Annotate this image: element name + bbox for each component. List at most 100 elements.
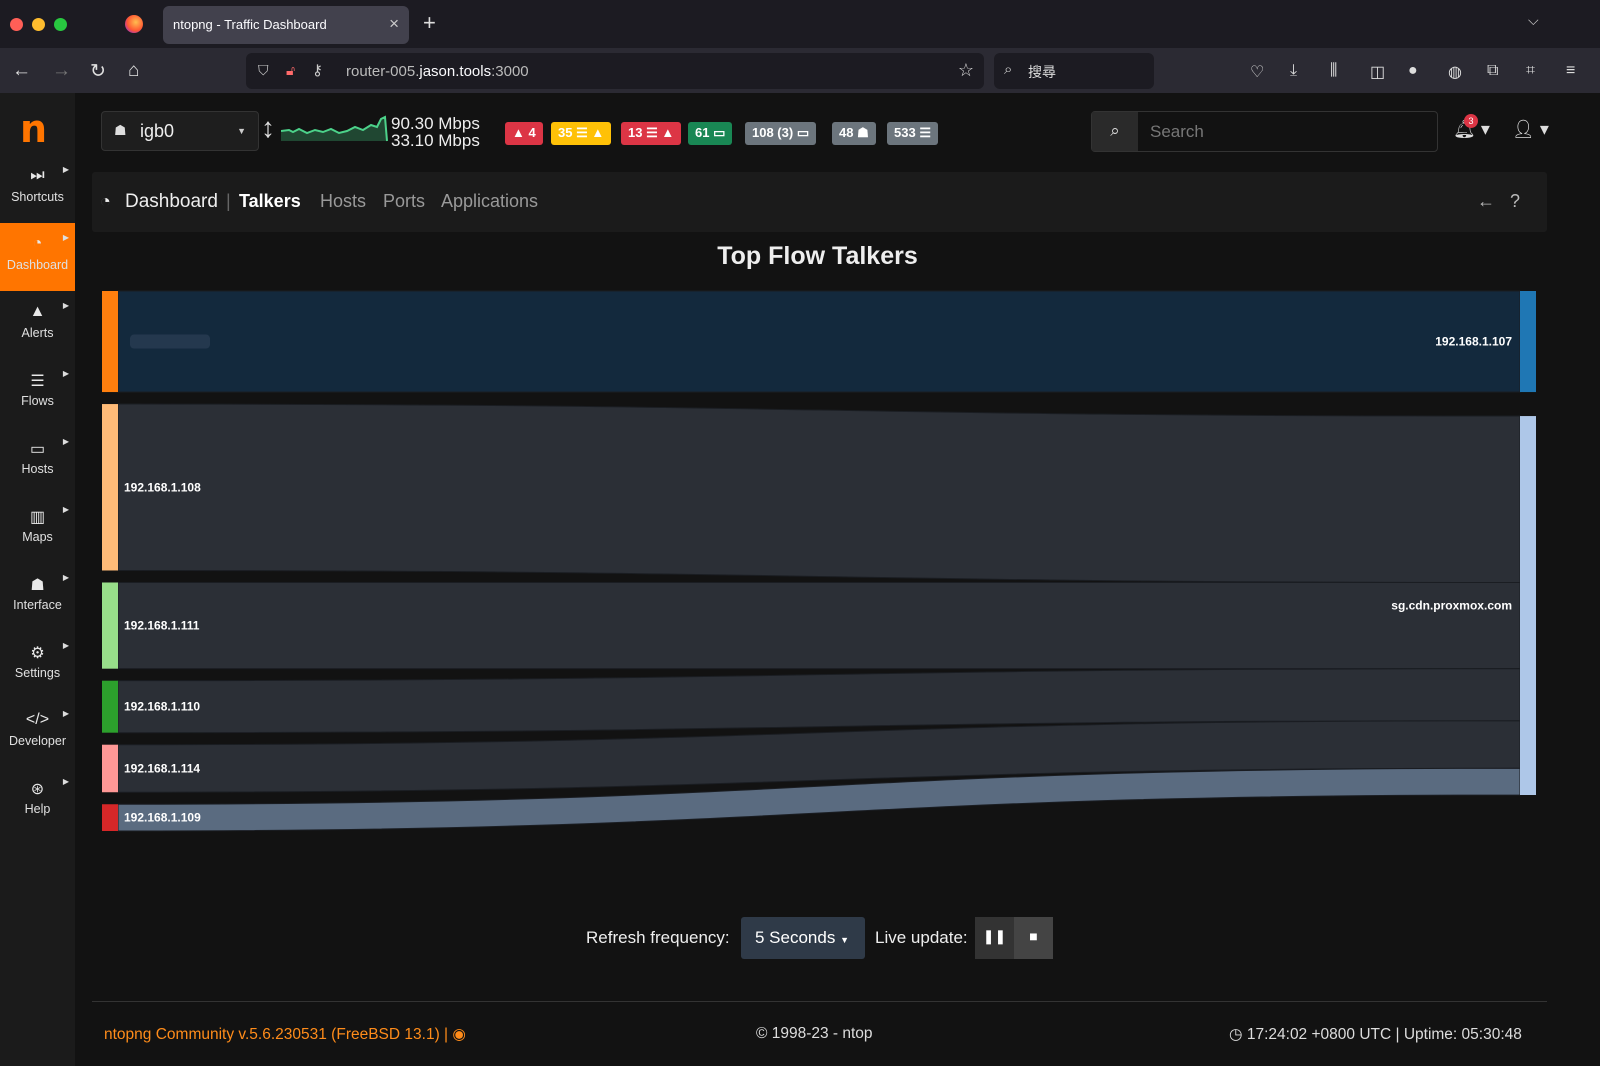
search-input[interactable] bbox=[1138, 112, 1437, 151]
interface-select[interactable]: ☗ igb0 ▼ bbox=[101, 111, 259, 151]
breadcrumb-separator: | bbox=[226, 191, 231, 211]
badge-count: 35 bbox=[558, 125, 573, 140]
sankey-source-node[interactable] bbox=[102, 744, 118, 793]
footer-version[interactable]: ntopng Community v.5.6.230531 (FreeBSD 1… bbox=[104, 1025, 466, 1044]
lock-icon[interactable]: 🔓︎ bbox=[286, 62, 295, 79]
close-window-button[interactable] bbox=[10, 18, 23, 31]
reload-icon[interactable]: ↻ bbox=[90, 60, 106, 83]
sankey-chart: 192.168.1.108 192.168.1.111 192.168.1.110 1… bbox=[102, 290, 1536, 832]
download-rate[interactable]: 33.10 Mbps bbox=[391, 132, 480, 150]
url-bar[interactable]: ⛉ 🔓︎ ⚷ router-005.jason.tools:3000 ☆ bbox=[246, 53, 984, 89]
key-icon[interactable]: ⚷ bbox=[312, 61, 323, 79]
maximize-window-button[interactable] bbox=[54, 18, 67, 31]
github-icon[interactable]: ◉ bbox=[452, 1026, 466, 1043]
forward-icon[interactable]: → bbox=[52, 60, 71, 82]
badge-icon: ☗ bbox=[857, 125, 869, 140]
status-badge[interactable]: 108 (3) ▭ bbox=[745, 122, 817, 145]
caret-down-icon: ▼ bbox=[840, 935, 849, 945]
ntop-logo[interactable]: n bbox=[20, 107, 47, 151]
extensions-icon[interactable]: ⧉ bbox=[1487, 62, 1498, 80]
caret-icon: ▶ bbox=[62, 437, 69, 446]
live-update-label: Live update: bbox=[875, 928, 968, 947]
badge-count: 13 bbox=[628, 125, 643, 140]
pause-button[interactable]: ❚❚ bbox=[975, 917, 1014, 959]
back-arrow-icon[interactable]: ← bbox=[1477, 191, 1495, 212]
star-icon[interactable]: ☆ bbox=[958, 60, 974, 81]
refresh-frequency-select[interactable]: 5 Seconds ▼ bbox=[741, 917, 865, 959]
sidebar-item-flows[interactable]: ☰ Flows ▶ bbox=[0, 359, 75, 427]
sidebar-item-developer[interactable]: </> Developer ▶ bbox=[0, 699, 75, 767]
url-text[interactable]: router-005.jason.tools:3000 bbox=[346, 63, 529, 80]
sankey-target-node[interactable] bbox=[1520, 416, 1536, 795]
search-icon[interactable]: ⌕ bbox=[1092, 112, 1138, 151]
breadcrumb-root[interactable]: Dashboard bbox=[125, 191, 218, 213]
sankey-source-node[interactable] bbox=[102, 804, 118, 831]
sidebar-item-hosts[interactable]: ▭ Hosts ▶ bbox=[0, 427, 75, 495]
sidebar-toggle-icon[interactable]: ◫ bbox=[1370, 62, 1385, 82]
sankey-source-node[interactable] bbox=[102, 680, 118, 733]
interface-name: igb0 bbox=[140, 121, 175, 141]
minimize-window-button[interactable] bbox=[32, 18, 45, 31]
user-icon[interactable]: 👤︎ ▾ bbox=[1512, 119, 1549, 140]
back-icon[interactable]: ← bbox=[12, 60, 31, 82]
tab-hosts[interactable]: Hosts bbox=[320, 191, 366, 212]
browser-search[interactable]: ⌕ 搜尋 bbox=[994, 53, 1154, 89]
status-badge[interactable]: ▲ 4 bbox=[505, 122, 543, 145]
clock-icon: ◷ bbox=[1229, 1026, 1243, 1043]
status-badge[interactable]: 533 ☰ bbox=[887, 122, 938, 145]
sankey-source-node[interactable] bbox=[102, 291, 118, 393]
sidebar-item-shortcuts[interactable]: ⏭ Shortcuts ▶ bbox=[0, 155, 75, 223]
status-badge[interactable]: 13 ☰ ▲ bbox=[621, 122, 682, 145]
pocket-icon[interactable]: ♡ bbox=[1250, 62, 1264, 82]
firefox-icon[interactable] bbox=[125, 15, 143, 33]
account-icon[interactable]: ● bbox=[1408, 62, 1418, 80]
sidebar-item-settings[interactable]: ⚙ Settings ▶ bbox=[0, 631, 75, 699]
caret-icon: ▶ bbox=[62, 301, 69, 310]
chevron-down-icon[interactable]: ⌵ bbox=[1528, 12, 1539, 29]
crop-icon[interactable]: ⌗ bbox=[1526, 62, 1535, 80]
extension-globe-icon[interactable]: ◍ bbox=[1448, 62, 1462, 82]
help-icon[interactable]: ? bbox=[1510, 191, 1520, 212]
badge-count: 4 bbox=[528, 125, 536, 140]
shield-icon[interactable]: ⛉ bbox=[258, 62, 269, 79]
badge-icon: ▭ bbox=[796, 125, 810, 140]
sankey-source-node[interactable] bbox=[102, 582, 118, 669]
new-tab-icon[interactable]: + bbox=[423, 10, 436, 36]
status-badge[interactable]: 48 ☗ bbox=[832, 122, 876, 145]
menu-icon[interactable]: ≡ bbox=[1566, 62, 1575, 80]
close-tab-icon[interactable]: × bbox=[389, 14, 399, 34]
gauge-icon: ◔ bbox=[100, 191, 111, 211]
sidebar-item-help[interactable]: ⊛ Help ▶ bbox=[0, 767, 75, 835]
search-icon: ⌕ bbox=[1004, 61, 1013, 78]
ethernet-icon: ☗ bbox=[114, 122, 127, 138]
footer-time: ◷ 17:24:02 +0800 UTC | Uptime: 05:30:48 bbox=[1229, 1026, 1522, 1043]
caret-down-icon: ▼ bbox=[237, 126, 246, 136]
tab-strip: ntopng - Traffic Dashboard × + ⌵ bbox=[0, 0, 1600, 48]
stop-button[interactable]: ■ bbox=[1014, 917, 1053, 959]
browser-tab[interactable]: ntopng - Traffic Dashboard × bbox=[163, 6, 409, 44]
tab-ports[interactable]: Ports bbox=[383, 191, 425, 212]
sankey-link[interactable] bbox=[117, 581, 1521, 670]
sankey-target-node[interactable] bbox=[1520, 291, 1536, 393]
chart-title: Top Flow Talkers bbox=[717, 242, 918, 270]
sankey-link[interactable] bbox=[117, 290, 1521, 393]
status-badge[interactable]: 61 ▭ bbox=[688, 122, 733, 145]
sankey-link[interactable] bbox=[117, 403, 1521, 583]
download-icon[interactable]: ⤓ bbox=[1290, 62, 1297, 80]
top-bar: ☗ igb0 ▼ ↕ 90.30 Mbps 33.10 Mbps ▲ 4 35 ☰… bbox=[75, 93, 1600, 171]
traffic-sparkline bbox=[281, 115, 388, 142]
tab-applications[interactable]: Applications bbox=[441, 191, 538, 212]
browser-chrome: ntopng - Traffic Dashboard × + ⌵ ← → ↻ ⌂… bbox=[0, 0, 1600, 93]
sankey-target-label: 192.168.1.107 bbox=[1435, 335, 1512, 349]
sankey-source-label: 192.168.1.109 bbox=[124, 811, 201, 825]
sidebar-item-alerts[interactable]: ▲ Alerts ▶ bbox=[0, 291, 75, 359]
status-badge[interactable]: 35 ☰ ▲ bbox=[551, 122, 612, 145]
home-icon[interactable]: ⌂ bbox=[128, 60, 139, 82]
sidebar-item-dashboard[interactable]: ◔ Dashboard ▶ bbox=[0, 223, 75, 291]
sidebar-item-interface[interactable]: ☗ Interface ▶ bbox=[0, 563, 75, 631]
library-icon[interactable]: ⫼ bbox=[1330, 62, 1337, 80]
caret-icon: ▶ bbox=[62, 233, 69, 242]
sankey-source-node[interactable] bbox=[102, 404, 118, 571]
sidebar-item-maps[interactable]: ▥ Maps ▶ bbox=[0, 495, 75, 563]
tab-talkers[interactable]: Talkers bbox=[239, 191, 301, 212]
